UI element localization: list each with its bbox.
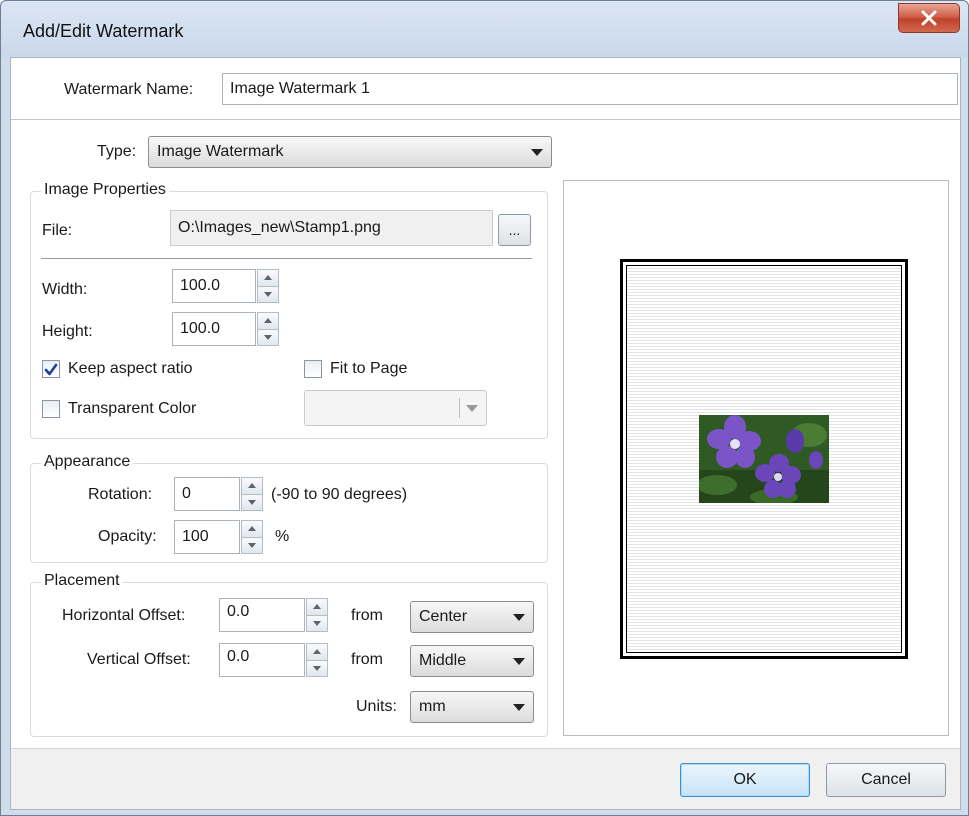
- down-arrow-icon: [313, 665, 321, 671]
- rotation-spinner[interactable]: [241, 477, 263, 511]
- units-value: mm: [419, 698, 446, 715]
- vertical-offset-spinner[interactable]: [306, 643, 328, 677]
- browse-button[interactable]: ...: [498, 214, 531, 246]
- dialog-title: Add/Edit Watermark: [23, 21, 184, 41]
- ok-button[interactable]: OK: [680, 763, 810, 797]
- v-from-select[interactable]: Middle: [410, 645, 534, 677]
- type-select[interactable]: Image Watermark: [148, 136, 552, 168]
- down-arrow-icon: [248, 499, 256, 505]
- chevron-down-icon: [513, 658, 525, 665]
- divider: [41, 258, 532, 259]
- placement-group: Placement Horizontal Offset: 0.0 from Ce…: [30, 572, 548, 737]
- placement-title: Placement: [41, 572, 123, 590]
- checkmark-icon: [44, 363, 58, 375]
- transparent-color-label: Transparent Color: [68, 400, 197, 417]
- rotation-label: Rotation:: [88, 486, 153, 503]
- fit-to-page-label: Fit to Page: [330, 360, 408, 377]
- watermark-preview: [563, 180, 949, 736]
- units-select[interactable]: mm: [410, 691, 534, 723]
- transparent-color-select[interactable]: [304, 390, 487, 426]
- spin-up-button[interactable]: [241, 477, 263, 495]
- name-row: Watermark Name: Image Watermark 1: [11, 58, 960, 120]
- spin-down-button[interactable]: [241, 494, 263, 511]
- chevron-down-icon: [513, 704, 525, 711]
- width-label: Width:: [42, 281, 88, 298]
- horizontal-offset-input[interactable]: 0.0: [219, 598, 305, 632]
- file-path-field[interactable]: O:\Images_new\Stamp1.png: [170, 210, 493, 246]
- type-select-value: Image Watermark: [157, 143, 284, 160]
- up-arrow-icon: [264, 318, 272, 324]
- down-arrow-icon: [264, 291, 272, 297]
- height-label: Height:: [42, 323, 93, 340]
- appearance-group: Appearance Rotation: 0 (-90 to 90 degree…: [30, 453, 548, 563]
- fit-to-page-checkbox[interactable]: [304, 360, 322, 378]
- dialog-content: Watermark Name: Image Watermark 1 Type: …: [10, 57, 961, 810]
- spin-up-button[interactable]: [306, 598, 328, 616]
- file-label: File:: [42, 222, 73, 239]
- watermark-dialog: Add/Edit Watermark Watermark Name: Image…: [0, 0, 969, 816]
- down-arrow-icon: [248, 542, 256, 548]
- vertical-offset-label: Vertical Offset:: [87, 651, 191, 668]
- opacity-unit: %: [275, 528, 290, 545]
- chevron-down-icon: [531, 149, 543, 156]
- height-spinner[interactable]: [257, 312, 279, 346]
- separator: [459, 398, 460, 418]
- stamp-image: [699, 415, 829, 503]
- up-arrow-icon: [248, 483, 256, 489]
- opacity-spinner[interactable]: [241, 520, 263, 554]
- width-input[interactable]: 100.0: [172, 269, 256, 303]
- rotation-input[interactable]: 0: [174, 477, 240, 511]
- up-arrow-icon: [313, 649, 321, 655]
- watermark-name-input[interactable]: Image Watermark 1: [222, 73, 958, 105]
- appearance-title: Appearance: [41, 453, 134, 471]
- h-from-label: from: [351, 607, 383, 624]
- down-arrow-icon: [264, 334, 272, 340]
- spin-down-button[interactable]: [257, 286, 279, 303]
- close-button[interactable]: [898, 3, 960, 33]
- spin-up-button[interactable]: [257, 312, 279, 330]
- h-from-select[interactable]: Center: [410, 601, 534, 633]
- width-spinner[interactable]: [257, 269, 279, 303]
- button-bar: OK Cancel: [11, 748, 960, 809]
- height-input[interactable]: 100.0: [172, 312, 256, 346]
- spin-down-button[interactable]: [257, 329, 279, 346]
- chevron-down-icon: [466, 405, 478, 412]
- spin-up-button[interactable]: [257, 269, 279, 287]
- spin-up-button[interactable]: [241, 520, 263, 538]
- page-lines: [626, 265, 902, 653]
- keep-aspect-label: Keep aspect ratio: [68, 360, 193, 377]
- title-bar: Add/Edit Watermark: [1, 1, 968, 57]
- v-from-label: from: [351, 651, 383, 668]
- down-arrow-icon: [313, 620, 321, 626]
- spin-down-button[interactable]: [306, 615, 328, 632]
- up-arrow-icon: [313, 604, 321, 610]
- image-properties-title: Image Properties: [41, 181, 169, 199]
- spin-down-button[interactable]: [306, 660, 328, 677]
- image-properties-group: Image Properties File: O:\Images_new\Sta…: [30, 181, 548, 439]
- units-label: Units:: [356, 698, 397, 715]
- cancel-button[interactable]: Cancel: [826, 763, 946, 797]
- vertical-offset-input[interactable]: 0.0: [219, 643, 305, 677]
- spin-down-button[interactable]: [241, 537, 263, 554]
- close-x-icon: [921, 10, 937, 26]
- up-arrow-icon: [264, 275, 272, 281]
- h-from-value: Center: [419, 608, 468, 625]
- up-arrow-icon: [248, 526, 256, 532]
- rotation-range-hint: (-90 to 90 degrees): [271, 486, 408, 503]
- keep-aspect-checkbox[interactable]: [42, 360, 60, 378]
- horizontal-offset-label: Horizontal Offset:: [62, 607, 186, 624]
- spin-up-button[interactable]: [306, 643, 328, 661]
- transparent-color-checkbox[interactable]: [42, 400, 60, 418]
- type-label: Type:: [97, 143, 137, 160]
- page-preview: [620, 259, 908, 659]
- v-from-value: Middle: [419, 652, 467, 669]
- opacity-input[interactable]: 100: [174, 520, 240, 554]
- watermark-name-label: Watermark Name:: [64, 81, 194, 98]
- opacity-label: Opacity:: [98, 528, 157, 545]
- chevron-down-icon: [513, 614, 525, 621]
- horizontal-offset-spinner[interactable]: [306, 598, 328, 632]
